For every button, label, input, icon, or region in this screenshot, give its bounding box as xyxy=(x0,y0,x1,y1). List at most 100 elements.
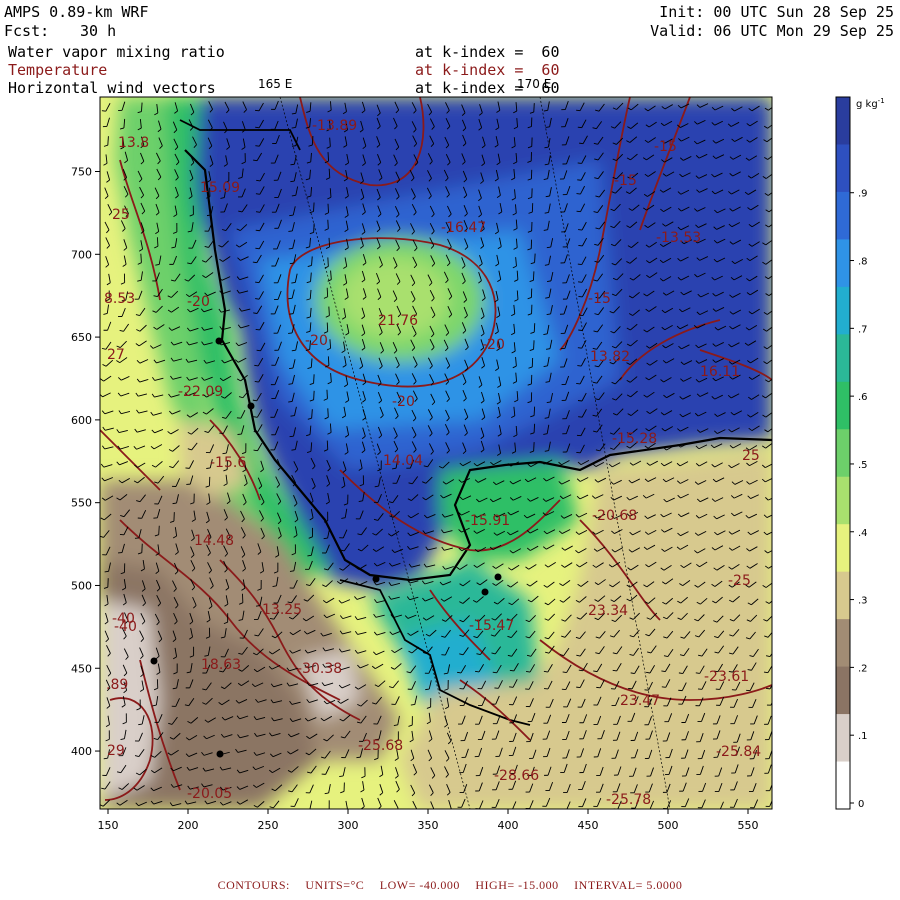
wind-barb-flag xyxy=(289,262,294,265)
x-tick-label: 350 xyxy=(418,819,439,832)
contour-value-label: 14.48 xyxy=(194,533,234,549)
wind-barb-flag xyxy=(254,109,260,112)
wind-barb xyxy=(141,102,143,112)
wind-barb xyxy=(533,323,536,333)
wind-barb-flag xyxy=(630,672,635,674)
y-tick-label: 550 xyxy=(71,497,92,510)
wind-barb xyxy=(313,374,315,384)
contour-value-label: -13.89 xyxy=(312,118,357,134)
wind-barb-flag xyxy=(289,313,294,315)
contour-interval: INTERVAL= 5.0000 xyxy=(574,878,683,892)
colorbar-label: .1 xyxy=(858,731,868,742)
wind-barb-flag xyxy=(290,415,295,417)
wind-barb-flag xyxy=(255,211,261,213)
wind-barb-flag xyxy=(255,298,260,300)
wind-barb-flag xyxy=(255,145,260,147)
wind-barb-flag xyxy=(255,193,260,195)
colorbar-swatch xyxy=(836,334,850,383)
wind-barb-flag xyxy=(328,808,330,809)
wind-barb xyxy=(328,306,330,316)
contour-value-label: -20 xyxy=(392,394,415,410)
contour-value-label: 23.34 xyxy=(588,603,628,619)
wind-barb-flag xyxy=(695,672,700,674)
y-tick-label: 700 xyxy=(71,248,92,261)
contour-value-label: 16.11 xyxy=(700,364,740,380)
colorbar-swatch xyxy=(836,714,850,763)
wind-barb-flag xyxy=(288,230,293,232)
contour-low: LOW= -40.000 xyxy=(379,878,460,892)
contour-value-label: -20 xyxy=(305,333,328,349)
wind-barb xyxy=(328,237,331,247)
contour-value-label: -15.28 xyxy=(612,431,657,447)
wind-barb xyxy=(327,356,330,366)
contour-value-label: -20 xyxy=(187,294,210,310)
contour-value-label: -25.68 xyxy=(358,738,403,754)
colorbar-swatch xyxy=(836,761,850,810)
wind-barb xyxy=(158,525,160,535)
wind-barb-flag xyxy=(288,383,293,385)
colorbar-swatch xyxy=(836,476,850,525)
colorbar-label: .3 xyxy=(858,596,868,607)
wind-barb-flag xyxy=(138,723,143,726)
colorbar-label: .9 xyxy=(858,189,868,200)
contour-value-label: 13.8 xyxy=(118,135,149,151)
contour-value-label: 14.04 xyxy=(383,453,423,469)
contour-info: CONTOURS: UNITS=°C LOW= -40.000 HIGH= -1… xyxy=(0,878,900,893)
contour-value-label: -20.05 xyxy=(187,786,232,802)
wind-barb xyxy=(534,253,536,263)
y-tick-label: 750 xyxy=(71,166,92,179)
contour-value-label: -15 xyxy=(614,173,637,189)
contour-value-label: -25.78 xyxy=(606,792,651,808)
x-tick-label: 250 xyxy=(258,819,279,832)
colorbar-swatch xyxy=(836,619,850,668)
wind-barb-flag xyxy=(222,452,227,455)
wind-barb xyxy=(327,408,329,418)
colorbar: g kg-1 .9 .8 .7 .6 .5 .4 .3 .2 .1 0 xyxy=(835,96,885,810)
wind-barb-flag xyxy=(253,416,258,418)
contour-value-label: -16.47 xyxy=(441,220,486,236)
x-tick-label: 200 xyxy=(178,819,199,832)
wind-barb-flag xyxy=(104,570,109,573)
wind-barb-flag xyxy=(254,364,259,367)
contour-value-label: -15.91 xyxy=(465,513,510,529)
y-tick-label: 500 xyxy=(71,579,92,592)
wind-barb-flag xyxy=(289,214,294,217)
wind-barb-flag xyxy=(307,554,312,557)
wind-barb-flag xyxy=(172,502,177,505)
wind-barb-flag xyxy=(256,349,261,352)
wind-barb xyxy=(327,152,329,162)
wind-barb-flag xyxy=(206,214,212,217)
wind-barb xyxy=(156,237,159,247)
wind-barb-flag xyxy=(416,808,417,809)
x-tick-label: 500 xyxy=(658,819,679,832)
contour-value-label: -23.61 xyxy=(704,669,749,685)
wind-barb-flag xyxy=(344,810,347,812)
y-tick-label: 450 xyxy=(71,662,92,675)
wind-barb-flag xyxy=(288,247,293,250)
wind-barb-flag xyxy=(646,671,651,674)
x-tick-label: 400 xyxy=(498,819,519,832)
colorbar-swatch xyxy=(836,191,850,240)
x-tick-label: 450 xyxy=(578,819,599,832)
wind-barb-flag xyxy=(254,380,259,383)
colorbar-swatch xyxy=(836,429,850,478)
contour-high: HIGH= -15.000 xyxy=(475,878,559,892)
map-figure: 13.8 -13.89 -15 15.09 -15 -16.47 -13.53 25 8.53 -… xyxy=(71,96,885,832)
wind-barb-flag xyxy=(579,142,584,145)
colorbar-swatch xyxy=(836,144,850,193)
wind-barb-flag xyxy=(290,180,295,183)
wind-barb-flag xyxy=(288,332,293,334)
x-tick-label: 550 xyxy=(738,819,759,832)
colorbar-label: .6 xyxy=(858,392,868,403)
colorbar-swatch xyxy=(836,524,850,573)
colorbar-swatch xyxy=(836,239,850,288)
wind-barb xyxy=(313,390,315,400)
wind-barb-flag xyxy=(546,280,552,282)
y-tick-label: 600 xyxy=(71,414,92,427)
contour-value-label: -15 xyxy=(654,139,677,155)
wind-barb-flag xyxy=(410,704,415,706)
contour-value-label: -22.09 xyxy=(178,384,223,400)
colorbar-swatch xyxy=(836,666,850,715)
wind-barb-flag xyxy=(306,809,310,810)
contour-value-label: -25 xyxy=(728,573,751,589)
